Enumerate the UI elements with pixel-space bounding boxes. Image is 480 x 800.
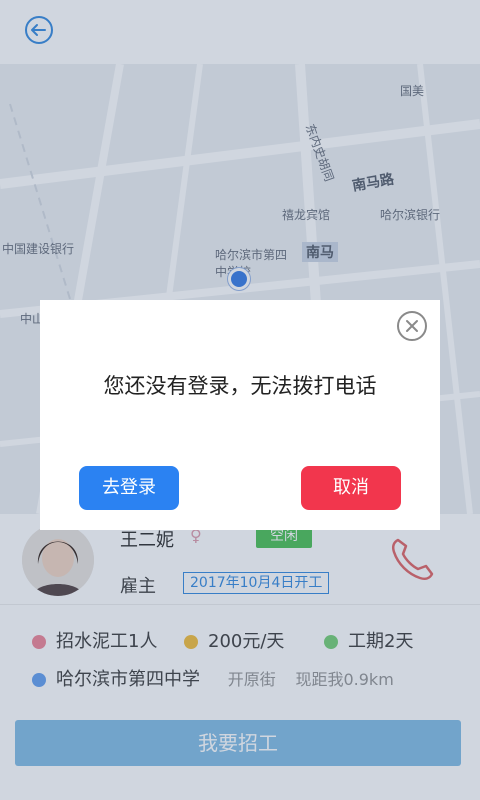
dialog-message: 您还没有登录，无法拨打电话: [103, 374, 377, 398]
login-required-dialog: 您还没有登录，无法拨打电话 去登录 取消: [40, 300, 440, 530]
close-icon[interactable]: [396, 310, 428, 342]
cancel-button[interactable]: 取消: [301, 466, 401, 510]
login-button[interactable]: 去登录: [79, 466, 179, 510]
